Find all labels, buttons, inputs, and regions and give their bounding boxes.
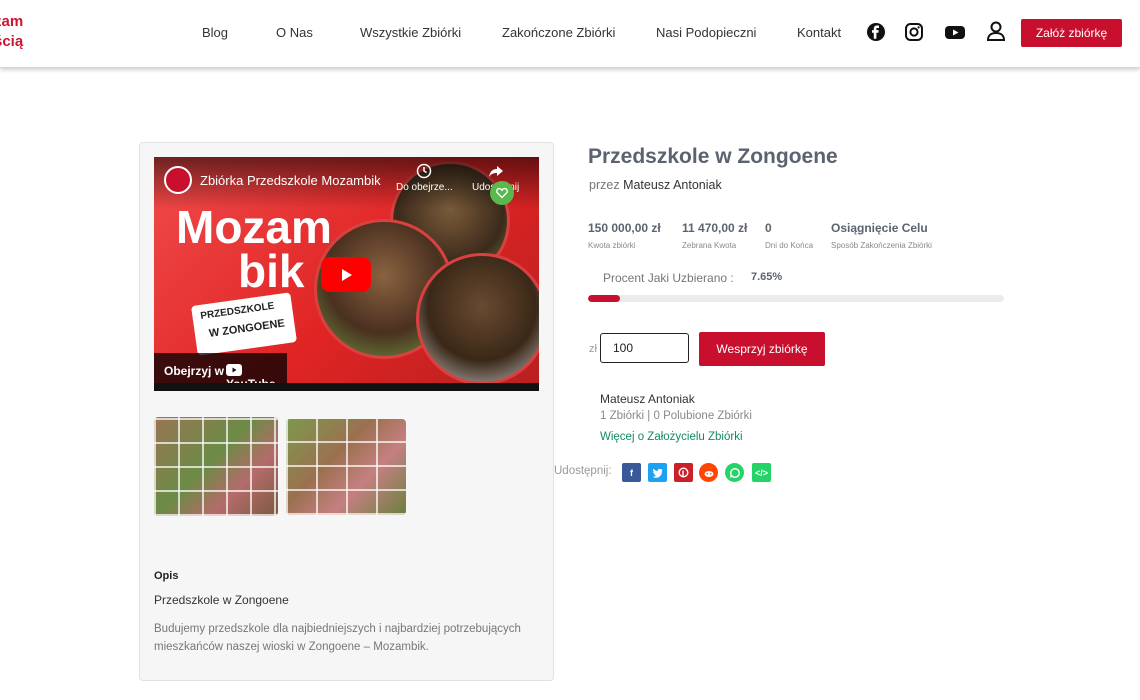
percent-value: 7.65%	[751, 271, 783, 283]
site-header: zam ścią Blog O Nas Wszystkie Zbiórki Za…	[0, 0, 1140, 68]
user-icon[interactable]	[985, 20, 1007, 42]
founder-name: Mateusz Antoniak	[600, 392, 695, 406]
watch-later-label: Do obejrze...	[396, 182, 453, 193]
watch-later-control[interactable]: Do obejrze...	[396, 163, 453, 193]
gallery-thumbnail-1[interactable]	[154, 417, 278, 516]
description-label: Opis	[154, 570, 179, 582]
video-bottom-bar	[154, 383, 539, 391]
author-prefix: przez	[589, 178, 620, 192]
stat-days-label: Dni do Końca	[765, 241, 814, 250]
support-fundraiser-button[interactable]: Wesprzyj zbiórkę	[699, 332, 825, 366]
stat-raised-value: 11 470,00 zł	[682, 221, 748, 235]
campaign-author-line: przez Mateusz Antoniak	[589, 178, 722, 192]
twitter-share-icon[interactable]	[648, 463, 667, 482]
gallery-thumbnail-2[interactable]	[286, 419, 406, 515]
play-button-icon[interactable]	[321, 257, 371, 292]
donation-amount-input[interactable]	[600, 333, 689, 363]
progress-bar	[588, 295, 1004, 302]
nav-item-zakonczone-zbiorki[interactable]: Zakończone Zbiórki	[502, 25, 615, 40]
nav-item-o-nas[interactable]: O Nas	[276, 25, 313, 40]
percent-label: Procent Jaki Uzbierano :	[603, 271, 734, 285]
founder-profile-link[interactable]: Więcej o Założycielu Zbiórki	[600, 431, 743, 443]
like-heart-icon[interactable]	[490, 181, 514, 205]
create-fundraiser-button[interactable]: Załóż zbiórkę	[1021, 19, 1122, 47]
whatsapp-share-icon[interactable]	[725, 463, 744, 482]
description-body: Budujemy przedszkole dla najbiedniejszyc…	[154, 623, 521, 653]
stat-goal-label: Kwota zbiórki	[588, 241, 636, 250]
youtube-icon[interactable]	[944, 22, 966, 44]
video-player[interactable]: Zbiórka Przedszkole Mozambik Do obejrze.…	[154, 157, 539, 391]
stat-end-mode-label: Sposób Zakończenia Zbiórki	[831, 241, 932, 250]
instagram-icon[interactable]	[904, 22, 926, 44]
watch-on-youtube-bar[interactable]: Obejrzyj w YouTube	[154, 353, 287, 391]
description-title: Przedszkole w Zongoene	[154, 593, 289, 607]
badge-line-2: W ZONGOENE	[208, 317, 286, 340]
badge-line-1: PRZEDSZKOLE	[199, 300, 276, 322]
facebook-icon[interactable]	[866, 22, 888, 44]
gallery-image-2	[286, 419, 406, 515]
nav-item-blog[interactable]: Blog	[202, 25, 228, 40]
currency-label: zł	[589, 343, 597, 355]
logo-line-2: ścią	[0, 33, 24, 50]
stat-goal-value: 150 000,00 zł	[588, 221, 661, 235]
stat-end-mode-value: Osiągnięcie Celu	[831, 221, 928, 235]
gallery-image-1	[154, 417, 278, 516]
author-name[interactable]: Mateusz Antoniak	[623, 178, 722, 192]
progress-fill	[588, 295, 620, 302]
nav-item-nasi-podopieczni[interactable]: Nasi Podopieczni	[656, 25, 756, 40]
share-label: Udostępnij:	[554, 465, 612, 477]
watch-on-label: Obejrzyj w	[164, 364, 225, 378]
site-logo[interactable]: zam ścią	[0, 12, 23, 52]
facebook-share-icon[interactable]: f	[622, 463, 641, 482]
headline-line-1: Mozam	[176, 201, 332, 253]
stat-raised-label: Zebrana Kwota	[682, 241, 737, 250]
logo-line-1: zam	[0, 13, 24, 30]
embed-share-icon[interactable]: </>	[752, 463, 771, 482]
campaign-title: Przedszkole w Zongoene	[588, 145, 838, 168]
clock-icon	[417, 163, 432, 179]
stat-days-value: 0	[765, 221, 772, 235]
nav-item-kontakt[interactable]: Kontakt	[797, 25, 841, 40]
video-title[interactable]: Zbiórka Przedszkole Mozambik	[200, 173, 381, 188]
headline-line-2: bik	[238, 245, 305, 297]
nav-item-wszystkie-zbiorki[interactable]: Wszystkie Zbiórki	[360, 25, 461, 40]
video-headline: Mozam bik	[176, 201, 332, 297]
share-arrow-icon	[488, 166, 503, 177]
channel-avatar[interactable]	[164, 166, 192, 194]
pinterest-share-icon[interactable]	[674, 463, 693, 482]
reddit-share-icon[interactable]	[699, 463, 718, 482]
photo-child-3	[416, 253, 539, 385]
founder-stats: 1 Zbiórki | 0 Polubione Zbiórki	[600, 410, 752, 422]
